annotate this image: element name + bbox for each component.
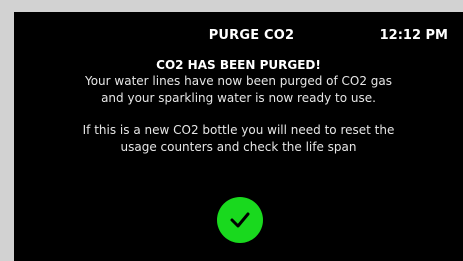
purge-message: CO2 HAS BEEN PURGED! Your water lines ha… — [14, 58, 463, 156]
clock-time: 12:12 PM — [379, 28, 448, 43]
message-line: Your water lines have now been purged of… — [84, 74, 393, 88]
confirm-button[interactable] — [217, 197, 263, 243]
checkmark-icon — [230, 212, 250, 228]
message-line: and your sparkling water is now ready to… — [101, 91, 376, 105]
message-line: If this is a new CO2 bottle you will nee… — [82, 123, 395, 137]
device-frame: PURGE CO2 12:12 PM CO2 HAS BEEN PURGED! … — [0, 0, 463, 261]
display-screen: PURGE CO2 12:12 PM CO2 HAS BEEN PURGED! … — [14, 12, 463, 261]
message-line: usage counters and check the life span — [120, 140, 357, 154]
message-title: CO2 HAS BEEN PURGED! — [156, 58, 321, 72]
